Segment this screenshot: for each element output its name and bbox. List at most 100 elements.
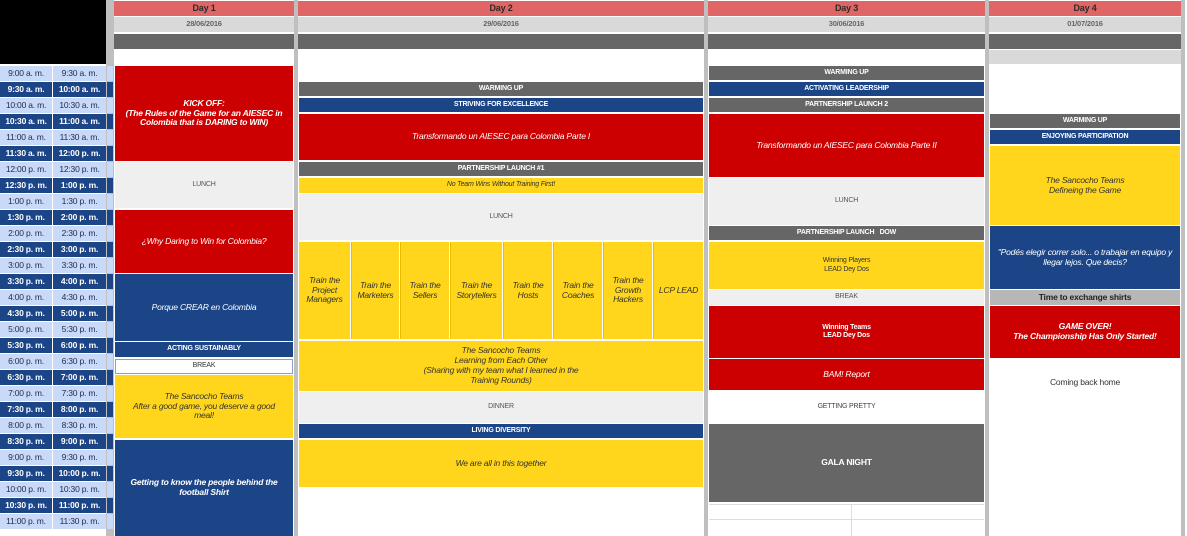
day-header-bar <box>298 34 704 49</box>
row-marker <box>107 290 113 305</box>
day-date: 30/06/2016 <box>708 17 985 32</box>
day-header-bar <box>114 34 294 49</box>
time-start: 2:00 p. m. <box>0 226 52 241</box>
time-start: 11:00 a. m. <box>0 130 52 145</box>
time-end: 8:30 p. m. <box>53 418 106 433</box>
time-end: 2:30 p. m. <box>53 226 106 241</box>
event-getting-pretty: GETTING PRETTY <box>709 392 984 423</box>
row-marker <box>107 130 113 145</box>
event-warming-up: WARMING UP <box>990 114 1180 128</box>
time-start: 11:00 p. m. <box>0 514 52 529</box>
event-break: BREAK <box>115 359 293 374</box>
column-divider <box>704 0 708 536</box>
row-marker <box>107 306 113 321</box>
event-transformando-2: Transformando un AIESEC para Colombia Pa… <box>709 114 984 177</box>
row-marker <box>107 386 113 401</box>
row-marker <box>107 242 113 257</box>
row-marker <box>107 162 113 177</box>
row-marker <box>107 322 113 337</box>
event-warming-up: WARMING UP <box>709 66 984 80</box>
time-end: 1:00 p. m. <box>53 178 106 193</box>
row-marker <box>107 258 113 273</box>
day-header-bar <box>708 34 985 49</box>
row-marker <box>107 482 113 497</box>
time-end: 12:30 p. m. <box>53 162 106 177</box>
time-end: 2:00 p. m. <box>53 210 106 225</box>
row-marker <box>107 338 113 353</box>
event-podes-elegir: "Podés elegir correr solo... o trabajar … <box>990 226 1180 289</box>
event-dinner: DINNER <box>299 392 703 423</box>
time-end: 12:00 p. m. <box>53 146 106 161</box>
training-session: Train the Sellers <box>400 242 449 339</box>
event-gala-night: GALA NIGHT <box>709 424 984 502</box>
row-marker <box>107 466 113 481</box>
time-start: 1:30 p. m. <box>0 210 52 225</box>
time-start: 9:00 p. m. <box>0 450 52 465</box>
row-marker <box>107 194 113 209</box>
time-start: 10:00 a. m. <box>0 98 52 113</box>
event-all-together: We are all in this together <box>299 440 703 487</box>
row-marker <box>107 354 113 369</box>
row-marker <box>107 402 113 417</box>
day-header-bar <box>989 34 1181 49</box>
corner-cell <box>0 0 106 64</box>
row-marker <box>107 98 113 113</box>
event-partnership-dow: PARTNERSHIP LAUNCH DOW <box>709 226 984 240</box>
time-end: 9:00 p. m. <box>53 434 106 449</box>
event-lunch: LUNCH <box>299 194 703 240</box>
time-start: 10:30 p. m. <box>0 498 52 513</box>
event-acting-sustainably: ACTING SUSTAINABLY <box>115 342 293 357</box>
day-header: Day 3 <box>708 1 985 16</box>
time-end: 3:00 p. m. <box>53 242 106 257</box>
time-end: 5:30 p. m. <box>53 322 106 337</box>
time-start: 2:30 p. m. <box>0 242 52 257</box>
event-warming-up: WARMING UP <box>299 82 703 96</box>
time-end: 4:30 p. m. <box>53 290 106 305</box>
time-end: 9:30 a. m. <box>53 66 106 81</box>
event-partnership-2: PARTNERSHIP LAUNCH 2 <box>709 98 984 112</box>
event-coming-home: Coming back home <box>990 359 1180 406</box>
time-end: 4:00 p. m. <box>53 274 106 289</box>
time-start: 5:00 p. m. <box>0 322 52 337</box>
time-end: 10:30 a. m. <box>53 98 106 113</box>
row-marker <box>107 66 113 81</box>
event-getting-to-know: Getting to know the people behind the fo… <box>115 440 293 536</box>
time-start: 4:00 p. m. <box>0 290 52 305</box>
column-divider <box>294 0 298 536</box>
time-start: 7:30 p. m. <box>0 402 52 417</box>
time-end: 1:30 p. m. <box>53 194 106 209</box>
schedule-grid: Day 1 28/06/2016 Day 2 29/06/2016 Day 3 … <box>0 0 1187 536</box>
row-marker <box>107 146 113 161</box>
event-lunch: LUNCH <box>709 178 984 225</box>
time-start: 7:00 p. m. <box>0 386 52 401</box>
time-start: 8:00 p. m. <box>0 418 52 433</box>
row-marker <box>107 226 113 241</box>
time-start: 11:30 a. m. <box>0 146 52 161</box>
time-start: 5:30 p. m. <box>0 338 52 353</box>
row-marker <box>107 114 113 129</box>
column-divider <box>1181 0 1185 536</box>
event-no-team-wins: No Team Wins Without Training First! <box>299 178 703 193</box>
row-marker <box>107 82 113 97</box>
time-start: 10:00 p. m. <box>0 482 52 497</box>
day-date: 01/07/2016 <box>989 17 1181 32</box>
time-end: 10:00 a. m. <box>53 82 106 97</box>
training-session: Train the Project Managers <box>299 242 350 339</box>
time-end: 9:30 p. m. <box>53 450 106 465</box>
time-start: 12:30 p. m. <box>0 178 52 193</box>
event-striving: STRIVING FOR EXCELLENCE <box>299 98 703 112</box>
event-kickoff: KICK OFF: (The Rules of the Game for an … <box>115 66 293 161</box>
time-end: 7:00 p. m. <box>53 370 106 385</box>
row-marker <box>107 498 113 513</box>
event-exchange-shirts: Time to exchange shirts <box>990 290 1180 305</box>
row-marker <box>107 210 113 225</box>
time-end: 5:00 p. m. <box>53 306 106 321</box>
time-start: 3:30 p. m. <box>0 274 52 289</box>
row-marker <box>107 434 113 449</box>
row-marker <box>107 370 113 385</box>
training-session: Train the Marketers <box>351 242 399 339</box>
event-sancocho-teams: The Sancocho Teams After a good game, yo… <box>115 375 293 438</box>
time-end: 10:00 p. m. <box>53 466 106 481</box>
event-game-over: GAME OVER! The Championship Has Only Sta… <box>990 306 1180 358</box>
event-porque-crear: Porque CREAR en Colombia <box>115 274 293 341</box>
